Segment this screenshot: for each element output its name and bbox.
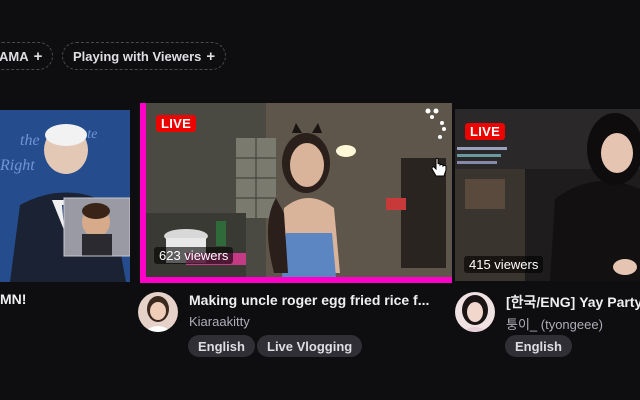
stream-thumbnail[interactable]: LIVE 623 viewers bbox=[140, 103, 452, 283]
plus-icon: + bbox=[33, 47, 43, 65]
tag-filter-ama[interactable]: AMA + bbox=[0, 42, 54, 70]
tag-chip-english[interactable]: English bbox=[505, 335, 572, 357]
tag-filter-row: AMA + Playing with Viewers + bbox=[0, 42, 640, 72]
avatar[interactable] bbox=[138, 292, 178, 332]
stream-thumbnail[interactable]: the Right debate bbox=[0, 110, 130, 282]
live-badge: LIVE bbox=[156, 115, 197, 132]
live-badge: LIVE bbox=[465, 123, 506, 140]
avatar[interactable] bbox=[455, 292, 495, 332]
stream-thumbnail[interactable]: LIVE 415 viewers bbox=[455, 109, 640, 281]
stream-card[interactable]: LIVE 415 viewers [한국/ENG] Yay Party 퉁이_ … bbox=[455, 103, 640, 363]
hand-pointer-icon bbox=[431, 157, 447, 177]
viewer-count: 415 viewers bbox=[464, 256, 544, 273]
tag-chip-english[interactable]: English bbox=[188, 335, 255, 357]
svg-text:the: the bbox=[20, 132, 40, 149]
stream-title[interactable]: [한국/ENG] Yay Party bbox=[506, 292, 640, 312]
stream-card[interactable]: the Right debate MN! bbox=[0, 103, 130, 307]
avatar-image bbox=[138, 292, 178, 332]
plus-icon: + bbox=[206, 47, 216, 65]
tag-chip-live-vlogging[interactable]: Live Vlogging bbox=[257, 335, 363, 357]
channel-name[interactable]: Kiaraakitty bbox=[189, 314, 250, 329]
avatar-image bbox=[455, 292, 495, 332]
thumbnail-image: the Right debate bbox=[0, 110, 130, 282]
stream-card[interactable]: LIVE 623 viewers Making uncle roger egg … bbox=[138, 103, 452, 363]
tag-label: Playing with Viewers bbox=[73, 48, 202, 64]
tag-filter-playing-with-viewers[interactable]: Playing with Viewers + bbox=[62, 42, 227, 70]
stream-title[interactable]: Making uncle roger egg fried rice f... bbox=[189, 292, 451, 308]
stream-title[interactable]: MN! bbox=[0, 291, 100, 307]
tag-label: AMA bbox=[0, 48, 29, 64]
svg-text:Right: Right bbox=[0, 157, 35, 174]
channel-name[interactable]: 퉁이_ (tyongeee) bbox=[506, 314, 603, 333]
viewer-count: 623 viewers bbox=[154, 247, 234, 264]
